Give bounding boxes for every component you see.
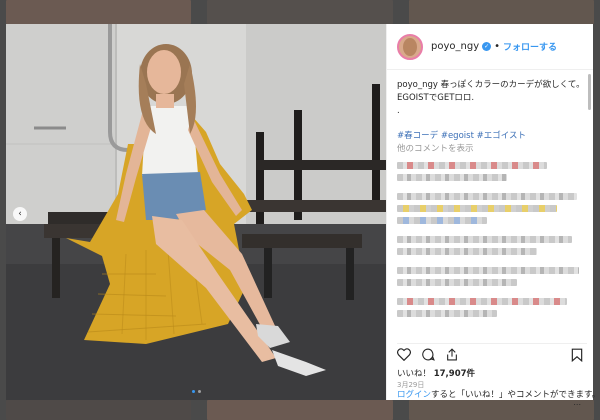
background-feed-thumbnails-bottom bbox=[0, 400, 600, 420]
caption-text: 春っぽくカラーのカーデが欲しくて。 bbox=[440, 80, 585, 90]
view-more-comments-link[interactable]: 他のコメントを表示 bbox=[397, 143, 587, 156]
blurred-comment-line bbox=[397, 310, 497, 317]
blurred-comment-line bbox=[397, 248, 537, 255]
comments-section: poyo_ngy 春っぽくカラーのカーデが欲しくて。 EGOISTでGETロロ.… bbox=[397, 79, 587, 339]
share-icon[interactable] bbox=[445, 348, 459, 361]
post-photo[interactable]: ‹ bbox=[6, 24, 386, 400]
follow-button[interactable]: フォローする bbox=[503, 40, 557, 53]
post-date: 3月29日 bbox=[397, 381, 425, 389]
more-options-icon[interactable]: ... bbox=[573, 398, 581, 407]
feed-thumbnail bbox=[6, 0, 192, 24]
caption-line-2: EGOISTでGETロロ. bbox=[397, 93, 475, 103]
blurred-comment-line bbox=[397, 193, 577, 200]
blurred-comment-line bbox=[397, 267, 579, 274]
blurred-comment-line bbox=[397, 205, 557, 212]
carousel-dot-active bbox=[192, 390, 195, 393]
hashtag-link[interactable]: #egoist bbox=[441, 131, 474, 141]
verified-badge-icon: ✓ bbox=[482, 42, 492, 51]
header-username[interactable]: poyo_ngy bbox=[431, 41, 479, 52]
likes-label: いいね！ bbox=[397, 369, 432, 379]
blurred-comment-line bbox=[397, 174, 507, 181]
bookmark-icon[interactable] bbox=[571, 348, 583, 362]
blurred-comment-line bbox=[397, 298, 567, 305]
feed-thumbnail bbox=[408, 0, 594, 24]
feed-thumbnail bbox=[207, 400, 393, 420]
hashtag-link[interactable]: #春コーデ bbox=[397, 131, 438, 141]
caption-line-3: . bbox=[397, 106, 400, 116]
header-separator: • bbox=[494, 41, 501, 52]
hashtag-list: #春コーデ #egoist #エゴイスト bbox=[397, 130, 587, 143]
carousel-dot bbox=[198, 390, 201, 393]
heart-icon[interactable] bbox=[397, 348, 411, 361]
caption-username[interactable]: poyo_ngy bbox=[397, 80, 438, 90]
avatar[interactable] bbox=[397, 33, 423, 60]
likes-number: 17,907件 bbox=[433, 369, 476, 379]
carousel-indicator bbox=[192, 390, 201, 393]
chevron-left-icon[interactable]: ‹ bbox=[13, 207, 27, 221]
blurred-comment-line bbox=[397, 217, 487, 224]
feed-thumbnail bbox=[6, 400, 192, 420]
feed-thumbnail bbox=[408, 400, 594, 420]
post-header: poyo_ngy ✓ • フォローする bbox=[387, 24, 593, 70]
scrollbar-thumb[interactable] bbox=[588, 74, 591, 110]
login-prompt: ログインすると「いいね！」やコメントができます。 bbox=[397, 390, 600, 400]
post-side-panel: poyo_ngy ✓ • フォローする poyo_ngy 春っぽくカラーのカーデ… bbox=[386, 24, 600, 407]
comment-bubble-icon[interactable] bbox=[421, 348, 435, 361]
login-link[interactable]: ログイン bbox=[397, 390, 431, 400]
post-modal: ‹ poyo_ngy ✓ • フォローする poyo_ngy 春っぽくカラーのカ… bbox=[6, 24, 600, 407]
feed-thumbnail bbox=[207, 0, 393, 24]
hashtag-link[interactable]: #エゴイスト bbox=[477, 131, 526, 141]
background-feed-thumbnails-top bbox=[0, 0, 600, 24]
blurred-comments bbox=[397, 162, 587, 317]
post-photo-illustration bbox=[6, 24, 386, 400]
blurred-comment-line bbox=[397, 279, 517, 286]
like-count[interactable]: いいね！ 17,907件 bbox=[397, 367, 475, 379]
blurred-comment-line bbox=[397, 236, 572, 243]
blurred-comment-line bbox=[397, 162, 547, 169]
post-caption: poyo_ngy 春っぽくカラーのカーデが欲しくて。 bbox=[397, 79, 587, 92]
comments-scrollbar[interactable] bbox=[588, 74, 591, 334]
action-bar bbox=[397, 343, 587, 363]
